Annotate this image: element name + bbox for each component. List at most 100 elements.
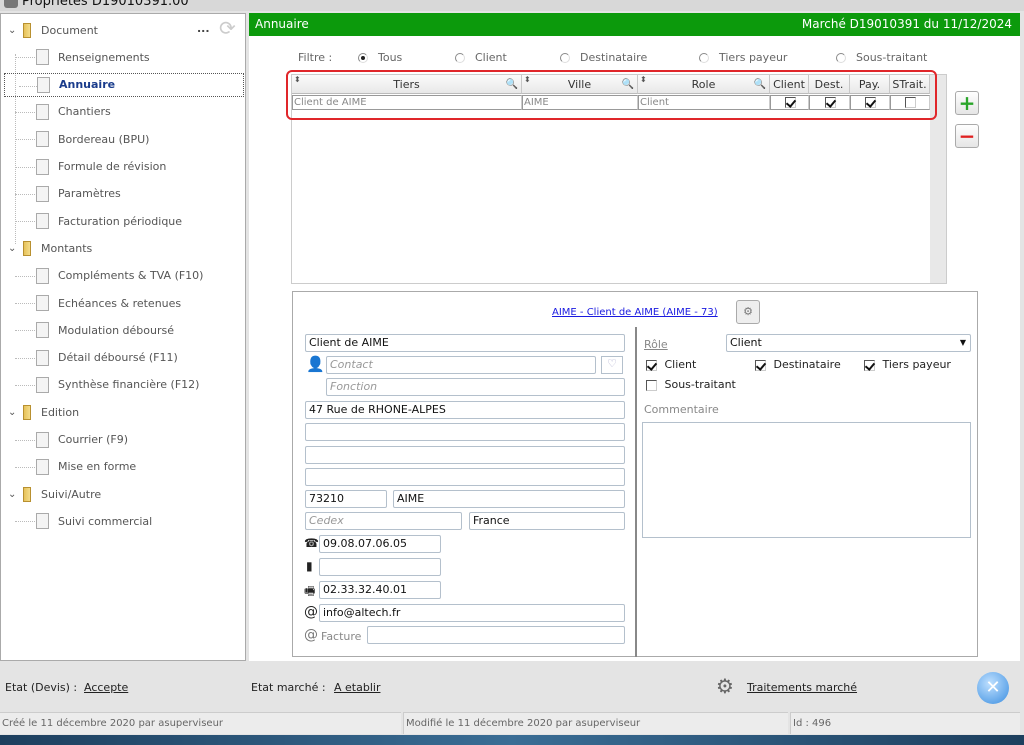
filter-tous[interactable]: Tous (358, 51, 402, 64)
document-icon (36, 185, 49, 202)
sidebar-item-label: Formule de révision (58, 160, 167, 173)
contact-field[interactable]: Contact (326, 356, 596, 374)
facture-email-field[interactable] (367, 626, 625, 644)
desktop-taskbar (0, 735, 1024, 745)
sidebar-item-ech-ances-retenues[interactable]: Echéances & retenues (1, 291, 245, 315)
etat-devis-link[interactable]: Accepte (84, 681, 128, 694)
document-icon (36, 458, 49, 475)
etat-marche-link[interactable]: A etablir (334, 681, 380, 694)
document-icon (36, 103, 49, 120)
add-button[interactable]: + (955, 91, 979, 115)
fax-field[interactable]: 02.33.32.40.01 (319, 581, 441, 599)
check-client[interactable]: Client (646, 358, 696, 371)
role-select[interactable]: Client ▼ (726, 334, 971, 352)
address3-field[interactable] (305, 446, 625, 464)
sidebar-item-formule-de-r-vision[interactable]: Formule de révision (1, 155, 245, 179)
settings-button[interactable]: ⚙ (736, 300, 760, 324)
section-header: Annuaire Marché D19010391 du 11/12/2024 (249, 13, 1020, 36)
sidebar-item-label: Compléments & TVA (F10) (58, 269, 204, 283)
check-tiers-payeur[interactable]: Tiers payeur (864, 358, 951, 371)
filter-client[interactable]: Client (455, 51, 507, 64)
gear-icon: ⚙ (743, 305, 753, 318)
sidebar-item-label: Chantiers (58, 105, 111, 119)
filter-destinataire[interactable]: Destinataire (560, 51, 647, 64)
sidebar-item-label: Echéances & retenues (58, 296, 182, 310)
divider (635, 327, 637, 657)
traitements-link[interactable]: Traitements marché (747, 681, 857, 694)
marche-info: Marché D19010391 du 11/12/2024 (801, 17, 1012, 31)
role-label: Rôle (644, 338, 668, 351)
heart-button[interactable]: ♡ (601, 356, 623, 374)
sidebar-item-modulation-d-bours[interactable]: Modulation déboursé (1, 318, 245, 342)
remove-button[interactable]: − (955, 124, 979, 148)
fonction-field[interactable]: Fonction (326, 378, 625, 396)
sidebar-item-bordereau-bpu[interactable]: Bordereau (BPU) (1, 127, 245, 151)
sidebar-item-label: Edition (41, 405, 80, 419)
sidebar-tree: ... ⟳ ⌄ Document Renseignements Annuaire Cha… (0, 13, 246, 661)
sidebar-item-label: Paramètres (58, 187, 121, 201)
email-field[interactable]: info@altech.fr (319, 604, 625, 622)
postcode-field[interactable]: 73210 (305, 490, 387, 508)
sidebar-item-edition[interactable]: ⌄ Edition (1, 400, 245, 424)
address2-field[interactable] (305, 423, 625, 441)
document-icon (36, 322, 49, 339)
comment-textarea[interactable] (642, 422, 971, 538)
sidebar-item-mise-en-forme[interactable]: Mise en forme (1, 455, 245, 479)
sidebar-item-montants[interactable]: ⌄ Montants (1, 236, 245, 260)
sidebar-item-document[interactable]: ⌄ Document (1, 18, 245, 42)
city-field[interactable]: AIME (393, 490, 625, 508)
sidebar-item-suivi-commercial[interactable]: Suivi commercial (1, 509, 245, 533)
sidebar-item-courrier-f9[interactable]: Courrier (F9) (1, 428, 245, 452)
name-field[interactable]: Client de AIME (305, 334, 625, 352)
sidebar-item-label: Document (41, 23, 98, 37)
chevron-down-icon[interactable]: ⌄ (8, 25, 16, 36)
chevron-down-icon[interactable]: ⌄ (8, 489, 16, 500)
tree-line (15, 57, 35, 59)
tree-line (15, 111, 35, 113)
sidebar-item-annuaire[interactable]: Annuaire (4, 72, 244, 97)
chevron-down-icon[interactable]: ⌄ (8, 407, 16, 418)
chevron-down-icon[interactable]: ⌄ (8, 243, 16, 254)
person-icon: 👤 (306, 355, 325, 373)
sidebar-item-facturation-p-riodique[interactable]: Facturation périodique (1, 209, 245, 233)
tree-line (15, 303, 35, 304)
sidebar-item-d-tail-d-bours-f11[interactable]: Détail déboursé (F11) (1, 346, 245, 370)
sidebar-item-compl-ments-tva-f10[interactable]: Compléments & TVA (F10) (1, 264, 245, 288)
sidebar-item-renseignements[interactable]: Renseignements (1, 45, 245, 69)
sidebar-item-chantiers[interactable]: Chantiers (1, 100, 245, 124)
tree-line (15, 466, 35, 468)
sidebar-item-label: Montants (41, 241, 93, 255)
tiers-link[interactable]: AIME - Client de AIME (AIME - 73) (552, 307, 718, 318)
sidebar-item-label: Facturation périodique (58, 214, 183, 228)
status-id: Id : 496 (790, 712, 1020, 734)
status-created: Créé le 11 décembre 2020 par asuperviseu… (0, 712, 401, 734)
document-icon (37, 76, 50, 93)
tree-line (15, 521, 35, 523)
address1-field[interactable]: 47 Rue de RHONE-ALPES (305, 401, 625, 419)
cedex-field[interactable]: Cedex (305, 512, 462, 530)
check-destinataire[interactable]: Destinataire (755, 358, 841, 371)
phone-icon: ☎ (304, 536, 319, 550)
filter-sous-traitant[interactable]: Sous-traitant (836, 51, 927, 64)
sidebar-item-suivi-autre[interactable]: ⌄ Suivi/Autre (1, 482, 245, 506)
tree-line (15, 221, 35, 223)
document-icon (36, 213, 49, 230)
document-icon (36, 349, 49, 366)
sidebar-item-label: Courrier (F9) (58, 433, 128, 446)
etat-marche-label: Etat marché : (251, 681, 326, 694)
check-sous-traitant[interactable]: Sous-traitant (646, 378, 736, 391)
comment-label: Commentaire (644, 403, 719, 416)
tree-line (15, 275, 35, 277)
close-button[interactable]: ✕ (977, 672, 1009, 704)
address4-field[interactable] (305, 468, 625, 486)
sidebar-item-label: Synthèse financière (F12) (58, 378, 200, 392)
mobile-field[interactable] (319, 558, 441, 576)
phone-field[interactable]: 09.08.07.06.05 (319, 535, 441, 553)
sidebar-item-param-tres[interactable]: Paramètres (1, 182, 245, 206)
filter-tiers-payeur[interactable]: Tiers payeur (699, 51, 787, 64)
document-icon (36, 49, 49, 66)
sidebar-item-synth-se-financi-re-f12[interactable]: Synthèse financière (F12) (1, 373, 245, 397)
section-title: Annuaire (255, 17, 309, 31)
country-field[interactable]: France (469, 512, 625, 530)
document-icon (36, 267, 49, 284)
